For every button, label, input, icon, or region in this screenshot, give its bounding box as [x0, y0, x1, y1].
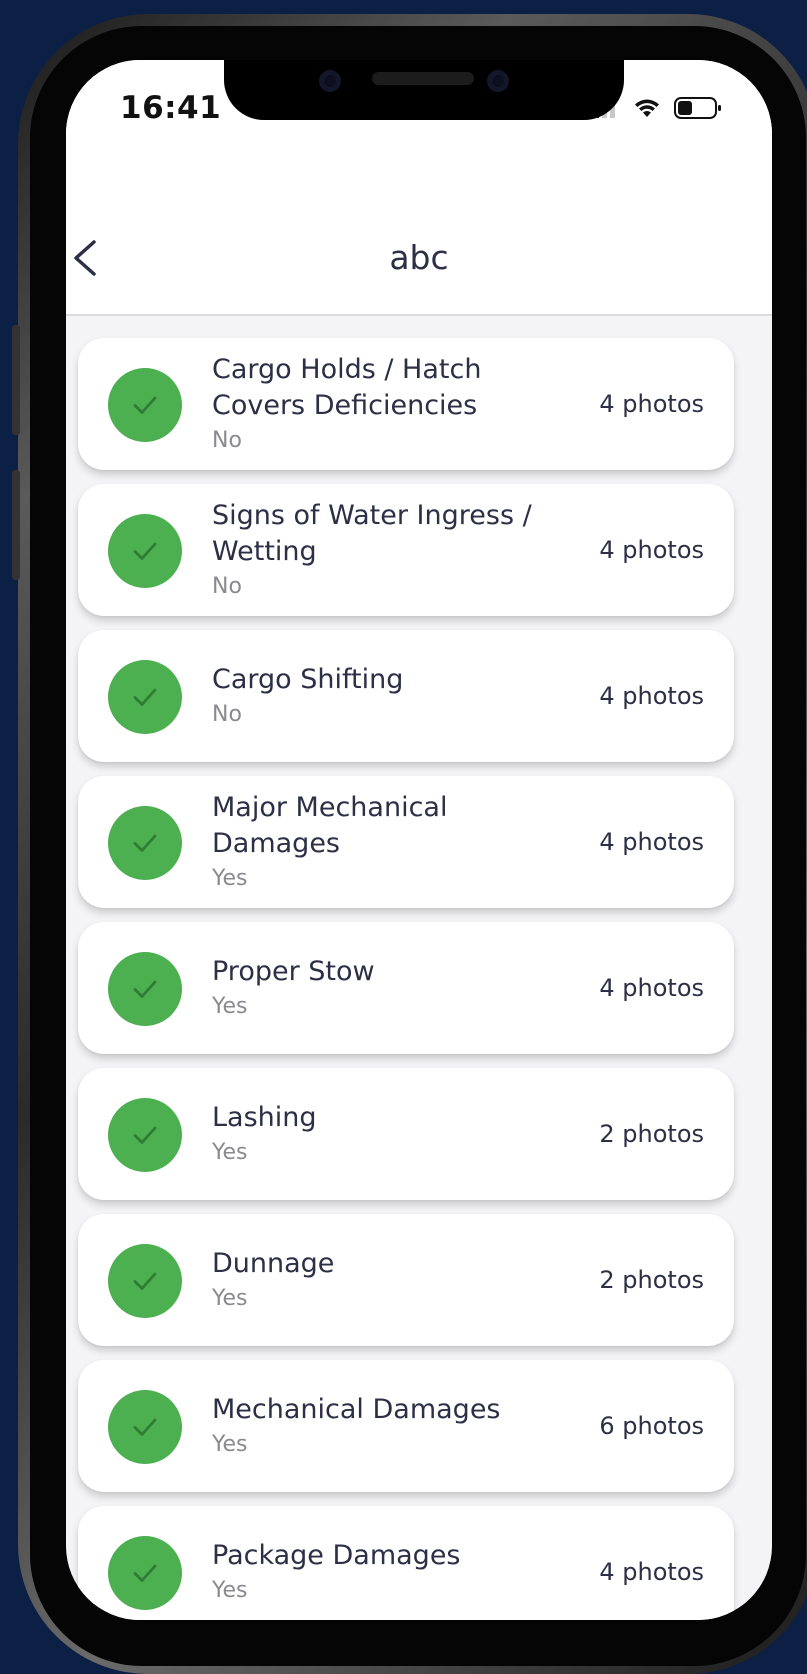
volume-up-button [12, 325, 20, 435]
item-value: Yes [212, 866, 248, 891]
item-value: Yes [212, 1578, 248, 1603]
checkmark-icon [133, 542, 157, 560]
item-text: Cargo Holds / Hatch Covers Deficiencies N… [212, 338, 562, 470]
item-value: No [212, 428, 242, 453]
checkmark-icon [133, 1564, 157, 1582]
photo-count: 2 photos [599, 1120, 704, 1148]
item-text: Signs of Water Ingress / Wetting No [212, 484, 562, 616]
checkmark-icon [133, 396, 157, 414]
checkmark-icon [133, 1126, 157, 1144]
photo-count: 4 photos [599, 828, 704, 856]
photo-count: 6 photos [599, 1412, 704, 1440]
item-value: Yes [212, 994, 248, 1019]
checkmark-icon [133, 1418, 157, 1436]
photo-count: 4 photos [599, 390, 704, 418]
photo-count: 2 photos [599, 1266, 704, 1294]
check-status-indicator [108, 1390, 182, 1464]
notch [224, 60, 624, 120]
checklist-item[interactable]: Lashing Yes 2 photos [78, 1068, 734, 1200]
check-status-indicator [108, 1098, 182, 1172]
item-title: Proper Stow [212, 956, 375, 987]
volume-down-button [12, 470, 20, 580]
photo-count: 4 photos [599, 974, 704, 1002]
checklist-item[interactable]: Major Mechanical Damages Yes 4 photos [78, 776, 734, 908]
checklist-item[interactable]: Mechanical Damages Yes 6 photos [78, 1360, 734, 1492]
photo-count: 4 photos [599, 682, 704, 710]
item-text: Package Damages Yes [212, 1506, 562, 1620]
item-text: Dunnage Yes [212, 1214, 562, 1346]
item-title: Dunnage [212, 1248, 335, 1279]
checkmark-icon [133, 980, 157, 998]
item-value: Yes [212, 1432, 248, 1457]
item-value: Yes [212, 1286, 248, 1311]
check-status-indicator [108, 660, 182, 734]
checklist-item[interactable]: Signs of Water Ingress / Wetting No 4 phot… [78, 484, 734, 616]
check-status-indicator [108, 806, 182, 880]
check-status-indicator [108, 952, 182, 1026]
check-status-indicator [108, 514, 182, 588]
checkmark-icon [133, 834, 157, 852]
phone-screen: 16:41 abc Cargo Holds / Hatch Covers Def… [66, 60, 772, 1620]
wifi-icon [635, 99, 659, 117]
item-title: Mechanical Damages [212, 1394, 501, 1425]
speaker-grille [372, 72, 474, 85]
item-text: Mechanical Damages Yes [212, 1360, 562, 1492]
sensor-icon [487, 70, 509, 92]
item-title: Major Mechanical Damages [212, 792, 448, 859]
item-text: Lashing Yes [212, 1068, 562, 1200]
photo-count: 4 photos [599, 536, 704, 564]
check-status-indicator [108, 368, 182, 442]
checkmark-icon [133, 1272, 157, 1290]
item-title: Package Damages [212, 1540, 461, 1571]
item-value: No [212, 702, 242, 727]
item-text: Major Mechanical Damages Yes [212, 776, 562, 908]
photo-count: 4 photos [599, 1558, 704, 1586]
item-text: Proper Stow Yes [212, 922, 562, 1054]
checkmark-icon [133, 688, 157, 706]
navigation-bar: abc [66, 160, 772, 316]
item-title: Cargo Shifting [212, 664, 404, 695]
page-title: abc [389, 238, 449, 277]
status-time: 16:41 [120, 90, 222, 126]
checklist-item[interactable]: Package Damages Yes 4 photos [78, 1506, 734, 1620]
item-title: Signs of Water Ingress / Wetting [212, 500, 532, 567]
check-status-indicator [108, 1536, 182, 1610]
checklist: Cargo Holds / Hatch Covers Deficiencies N… [78, 338, 734, 1620]
checklist-item[interactable]: Proper Stow Yes 4 photos [78, 922, 734, 1054]
item-title: Cargo Holds / Hatch Covers Deficiencies [212, 354, 482, 421]
item-value: Yes [212, 1140, 248, 1165]
checklist-item[interactable]: Dunnage Yes 2 photos [78, 1214, 734, 1346]
checklist-item[interactable]: Cargo Shifting No 4 photos [78, 630, 734, 762]
check-status-indicator [108, 1244, 182, 1318]
checklist-item[interactable]: Cargo Holds / Hatch Covers Deficiencies N… [78, 338, 734, 470]
battery-icon [674, 97, 721, 119]
item-value: No [212, 574, 242, 599]
item-text: Cargo Shifting No [212, 630, 562, 762]
front-camera-icon [319, 70, 341, 92]
item-title: Lashing [212, 1102, 317, 1133]
